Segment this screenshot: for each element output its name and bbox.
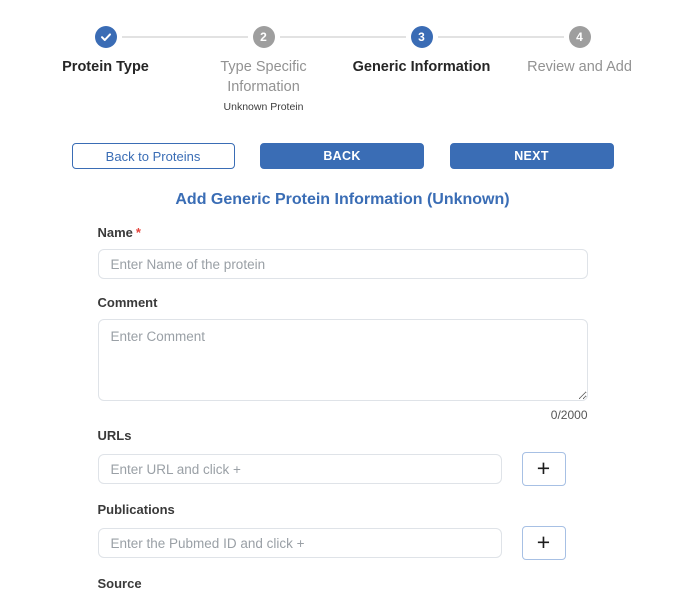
comment-label: Comment [98, 295, 588, 310]
back-to-proteins-button[interactable]: Back to Proteins [72, 143, 235, 169]
action-button-row: Back to Proteins BACK NEXT [72, 143, 614, 169]
plus-icon: + [537, 531, 550, 554]
name-input[interactable] [98, 249, 588, 279]
connector-line [501, 36, 564, 38]
source-label: Source [98, 576, 588, 591]
connector-line [343, 36, 406, 38]
step-3-label: Generic Information [353, 57, 491, 77]
urls-label: URLs [98, 428, 588, 443]
step-4-circle: 4 [569, 26, 591, 48]
name-label-text: Name [98, 225, 133, 240]
urls-row: + [98, 452, 588, 486]
connector-line [122, 36, 185, 38]
back-button[interactable]: BACK [260, 143, 424, 169]
generic-protein-form: Name* Comment 0/2000 URLs + Publications… [98, 225, 588, 600]
comment-char-counter: 0/2000 [98, 408, 588, 422]
connector-line [280, 36, 343, 38]
name-label: Name* [98, 225, 588, 240]
step-1-circle [95, 26, 117, 48]
step-3-circle: 3 [411, 26, 433, 48]
step-generic-information: 3 Generic Information [343, 26, 501, 113]
step-2-label: Type Specific Information [194, 57, 334, 97]
step-protein-type: Protein Type [27, 26, 185, 113]
add-publication-button[interactable]: + [522, 526, 566, 560]
plus-icon: + [537, 457, 550, 480]
url-input[interactable] [98, 454, 502, 484]
step-4-label: Review and Add [527, 57, 632, 77]
next-button[interactable]: NEXT [450, 143, 614, 169]
add-url-button[interactable]: + [522, 452, 566, 486]
connector-line [596, 36, 659, 38]
step-2-circle: 2 [253, 26, 275, 48]
wizard-stepper: Protein Type 2 Type Specific Information… [27, 26, 659, 113]
page-title: Add Generic Protein Information (Unknown… [0, 191, 685, 209]
connector-line [185, 36, 248, 38]
check-icon [100, 31, 112, 43]
publications-label: Publications [98, 502, 588, 517]
step-2-sublabel: Unknown Protein [224, 101, 304, 113]
connector-line [438, 36, 501, 38]
comment-textarea[interactable] [98, 319, 588, 401]
connector-line [27, 36, 90, 38]
step-review-and-add: 4 Review and Add [501, 26, 659, 113]
publications-row: + [98, 526, 588, 560]
step-1-label: Protein Type [62, 57, 149, 77]
step-type-specific: 2 Type Specific Information Unknown Prot… [185, 26, 343, 113]
required-asterisk: * [136, 225, 141, 240]
pubmed-id-input[interactable] [98, 528, 502, 558]
